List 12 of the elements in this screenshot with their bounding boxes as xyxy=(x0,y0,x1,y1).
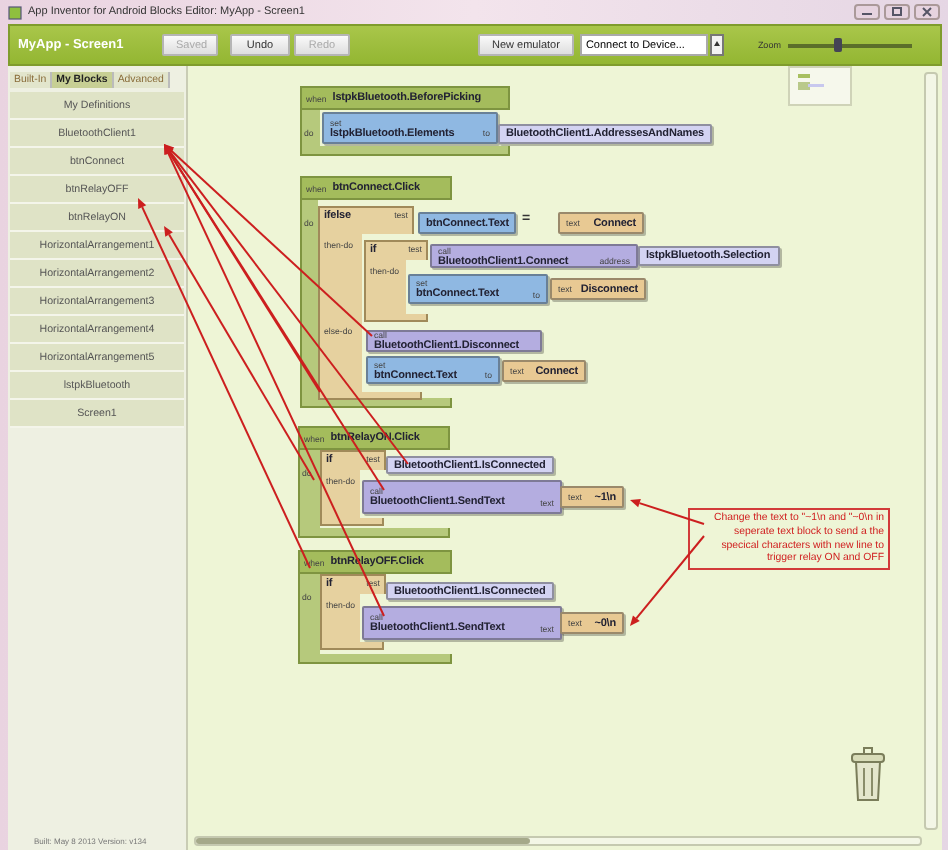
maximize-icon[interactable] xyxy=(884,4,910,20)
close-icon[interactable] xyxy=(914,4,940,20)
app-icon xyxy=(8,5,22,19)
vertical-scrollbar[interactable] xyxy=(924,72,938,830)
minimap-drawing xyxy=(798,74,824,90)
arrow xyxy=(630,535,705,626)
trash-icon[interactable] xyxy=(848,746,888,802)
minimize-icon[interactable] xyxy=(854,4,880,20)
horizontal-scrollbar[interactable] xyxy=(194,836,922,846)
dropdown-icon[interactable] xyxy=(709,34,724,56)
slider-thumb[interactable] xyxy=(834,37,843,51)
arrow xyxy=(630,498,705,525)
